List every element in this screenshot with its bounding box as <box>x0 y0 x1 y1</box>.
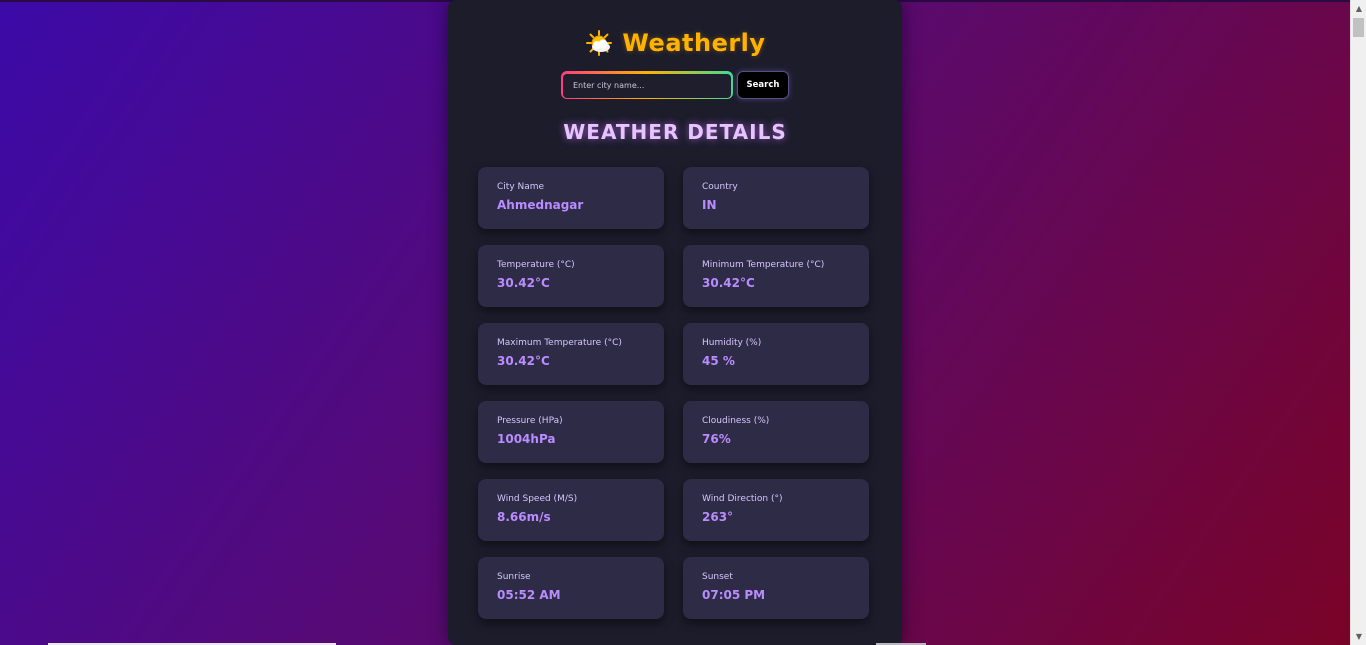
detail-value: 263° <box>702 510 734 524</box>
detail-card-sunset: Sunset 07:05 PM <box>683 557 869 619</box>
detail-label: Sunset <box>702 572 733 582</box>
detail-label: Maximum Temperature (°C) <box>497 338 622 348</box>
detail-label: Pressure (HPa) <box>497 416 563 426</box>
app-title: Weatherly <box>622 29 766 57</box>
detail-value: Ahmednagar <box>497 198 584 212</box>
city-search-input[interactable] <box>563 73 731 98</box>
section-title: WEATHER DETAILS <box>563 120 787 144</box>
search-button[interactable]: Search <box>737 71 789 99</box>
vertical-scrollbar[interactable]: ▲ ▼ <box>1350 0 1366 645</box>
sun-behind-cloud-icon <box>584 28 614 58</box>
detail-card-sunrise: Sunrise 05:52 AM <box>478 557 664 619</box>
detail-card-humidity: Humidity (%) 45 % <box>683 323 869 385</box>
detail-card-max-temperature: Maximum Temperature (°C) 30.42°C <box>478 323 664 385</box>
scroll-up-arrow-icon[interactable]: ▲ <box>1351 0 1366 17</box>
detail-card-temperature: Temperature (°C) 30.42°C <box>478 245 664 307</box>
detail-value: 1004hPa <box>497 432 556 446</box>
detail-value: 30.42°C <box>702 276 755 290</box>
scrollbar-thumb[interactable] <box>1353 18 1364 37</box>
detail-label: Wind Speed (M/S) <box>497 494 578 504</box>
detail-value: 45 % <box>702 354 735 368</box>
app-header: Weatherly <box>448 28 902 58</box>
detail-card-wind-direction: Wind Direction (°) 263° <box>683 479 869 541</box>
detail-label: Temperature (°C) <box>497 260 575 270</box>
detail-label: Country <box>702 182 738 192</box>
detail-label: Cloudiness (%) <box>702 416 770 426</box>
detail-value: 76% <box>702 432 731 446</box>
detail-label: Sunrise <box>497 572 531 582</box>
detail-card-cloudiness: Cloudiness (%) 76% <box>683 401 869 463</box>
detail-card-wind-speed: Wind Speed (M/S) 8.66m/s <box>478 479 664 541</box>
detail-label: Humidity (%) <box>702 338 762 348</box>
detail-label: City Name <box>497 182 545 192</box>
search-input-border <box>561 71 733 99</box>
detail-label: Wind Direction (°) <box>702 494 783 504</box>
weather-panel: Weatherly Search WEATHER DETAILS City Na… <box>448 0 902 645</box>
detail-value: 30.42°C <box>497 276 550 290</box>
scroll-down-arrow-icon[interactable]: ▼ <box>1351 628 1366 645</box>
detail-value: 05:52 AM <box>497 588 561 602</box>
detail-card-min-temperature: Minimum Temperature (°C) 30.42°C <box>683 245 869 307</box>
detail-value: 30.42°C <box>497 354 550 368</box>
detail-value: 8.66m/s <box>497 510 551 524</box>
detail-value: 07:05 PM <box>702 588 766 602</box>
weather-details-grid: City Name Ahmednagar Country IN Temperat… <box>478 167 869 619</box>
detail-label: Minimum Temperature (°C) <box>702 260 825 270</box>
detail-value: IN <box>702 198 717 212</box>
detail-card-country: Country IN <box>683 167 869 229</box>
detail-card-pressure: Pressure (HPa) 1004hPa <box>478 401 664 463</box>
search-bar: Search <box>448 71 902 99</box>
detail-card-city-name: City Name Ahmednagar <box>478 167 664 229</box>
